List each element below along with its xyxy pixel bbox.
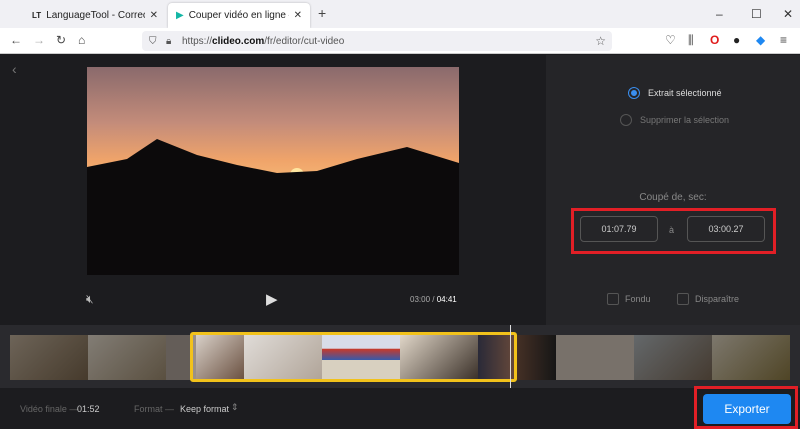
close-window-icon[interactable]: ✕ xyxy=(783,7,793,21)
pocket-icon[interactable]: ♡ xyxy=(665,33,676,47)
maximize-icon[interactable]: ☐ xyxy=(751,7,762,21)
fade-in-checkbox[interactable]: Fondu xyxy=(607,293,651,305)
video-preview[interactable] xyxy=(87,67,459,275)
back-icon[interactable]: ← xyxy=(10,33,22,47)
playhead[interactable] xyxy=(510,325,511,388)
mute-icon[interactable]: 🔇︎ xyxy=(86,292,94,307)
to-label: à xyxy=(669,225,675,235)
home-icon[interactable]: ⌂ xyxy=(78,33,85,47)
chevron-updown-icon[interactable]: ⇕ xyxy=(231,402,239,413)
forward-icon[interactable]: → xyxy=(33,33,45,47)
radio-delete-selected[interactable]: Supprimer la sélection xyxy=(620,114,729,126)
shield-icon: ⛉ xyxy=(149,35,157,47)
format-select[interactable]: Keep format xyxy=(180,404,229,414)
unselected-overlay xyxy=(10,335,190,380)
minimize-icon[interactable]: – xyxy=(716,7,723,21)
cut-from-input[interactable]: 01:07.79 xyxy=(580,216,658,242)
export-button[interactable]: Exporter xyxy=(703,394,791,424)
preview-area: ‹ 🔇︎ ▶ 03:00 / 04:41 xyxy=(0,55,546,325)
extension-icon[interactable]: ● xyxy=(733,33,740,47)
menu-icon[interactable]: ≡ xyxy=(780,33,787,47)
unselected-overlay xyxy=(516,335,790,380)
close-tab-icon[interactable]: ✕ xyxy=(294,10,302,21)
library-icon[interactable]: ⫼ xyxy=(688,33,694,48)
tab-languagetool[interactable]: LT LanguageTool - Correcteur d'or ✕ xyxy=(24,3,166,28)
back-arrow-icon[interactable]: ‹ xyxy=(12,61,17,77)
close-tab-icon[interactable]: ✕ xyxy=(150,10,158,21)
address-bar[interactable]: ⛉ 🔒︎ https://clideo.com/fr/editor/cut-vi… xyxy=(142,31,612,51)
cut-to-input[interactable]: 03:00.27 xyxy=(687,216,765,242)
new-tab-icon[interactable]: + xyxy=(318,5,326,21)
bookmark-star-icon[interactable]: ☆ xyxy=(595,34,606,48)
opera-icon[interactable]: O xyxy=(710,33,719,47)
fade-out-checkbox[interactable]: Disparaître xyxy=(677,293,739,305)
tab-clideo[interactable]: ▶ Couper vidéo en ligne — Rogn ✕ xyxy=(168,3,310,28)
reload-icon[interactable]: ↻ xyxy=(56,33,66,47)
final-duration: 01:52 xyxy=(77,404,100,414)
bottom-bar: Vidéo finale — 01:52 Format — Keep forma… xyxy=(0,388,800,429)
nav-bar: ← → ↻ ⌂ ⛉ 🔒︎ https://clideo.com/fr/edito… xyxy=(0,28,800,54)
selection-range[interactable] xyxy=(190,332,517,382)
cut-label: Coupé de, sec: xyxy=(639,192,707,203)
extension-diamond-icon[interactable]: ◆ xyxy=(756,33,765,47)
clideo-icon: ▶ xyxy=(176,10,184,21)
lock-icon: 🔒︎ xyxy=(166,35,172,47)
languagetool-icon: LT xyxy=(32,11,42,20)
time-display: 03:00 / 04:41 xyxy=(410,295,457,304)
tab-bar: LT LanguageTool - Correcteur d'or ✕ ▶ Co… xyxy=(0,0,800,28)
play-icon[interactable]: ▶ xyxy=(266,290,278,308)
radio-keep-selected[interactable]: Extrait sélectionné xyxy=(628,87,722,99)
